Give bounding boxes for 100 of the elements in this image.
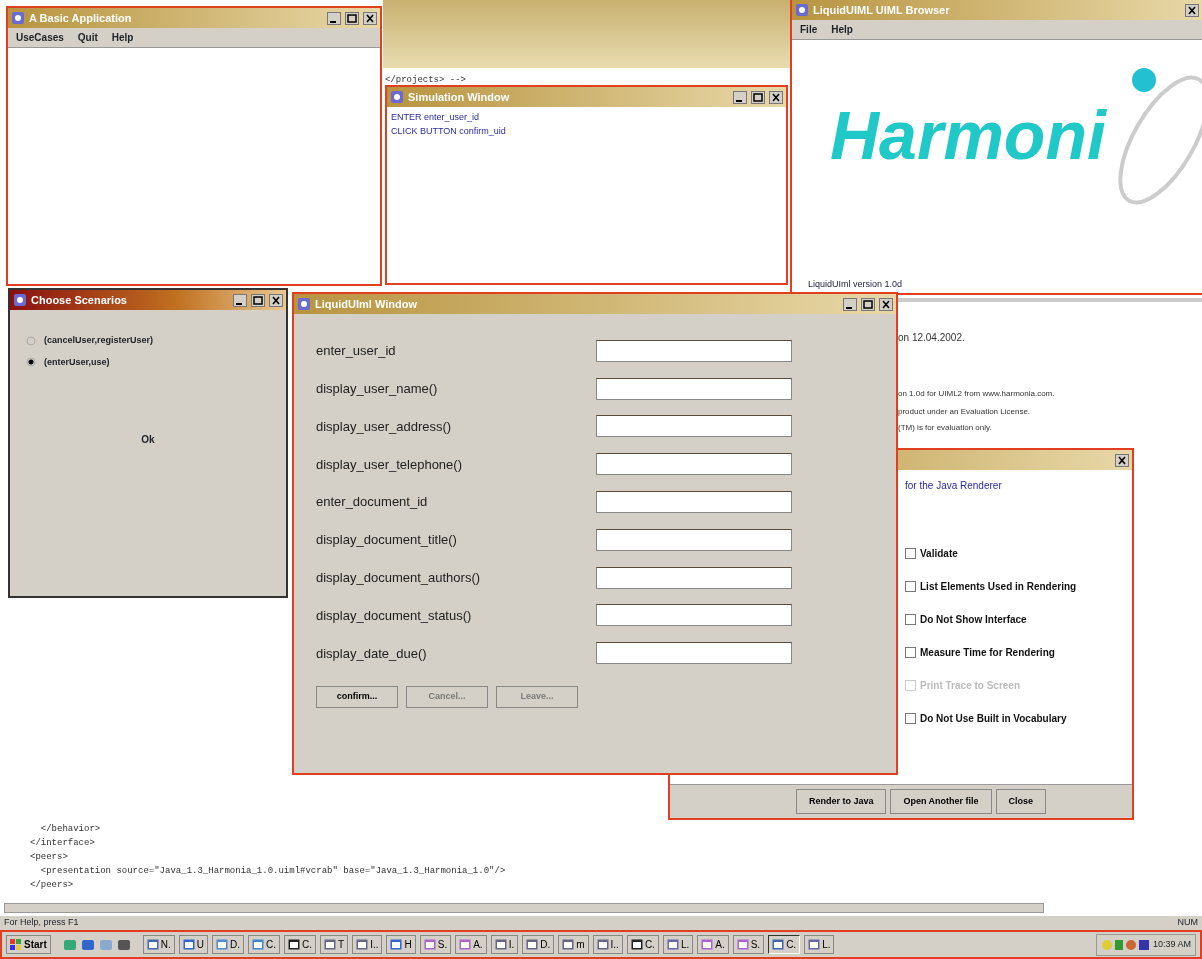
app-icon — [11, 11, 25, 25]
quick-launch-icon[interactable] — [80, 937, 95, 952]
taskbar-button[interactable]: N. — [142, 935, 175, 954]
input-field[interactable] — [596, 566, 792, 589]
input-field[interactable] — [596, 415, 792, 438]
checkbox[interactable] — [905, 647, 916, 658]
maximize-icon[interactable] — [251, 293, 265, 307]
dialog-button[interactable]: Open Another file — [890, 788, 992, 814]
checkbox-label: Do Not Use Built in Vocabulary — [920, 712, 1067, 726]
input-field[interactable] — [596, 453, 792, 476]
close-icon[interactable] — [363, 11, 377, 25]
taskbar-button[interactable]: L. — [662, 935, 694, 954]
ok-button[interactable]: Ok — [135, 432, 161, 447]
taskbar-button[interactable]: I.. — [592, 935, 623, 954]
taskbar-button[interactable]: I.. — [352, 935, 383, 954]
window-icon — [216, 939, 229, 950]
checkbox-label: List Elements Used in Rendering — [920, 580, 1077, 594]
minimize-icon[interactable] — [733, 90, 747, 104]
input-field[interactable] — [596, 604, 792, 627]
code-line: <peers> — [30, 851, 69, 864]
taskbar-button[interactable]: A. — [455, 935, 487, 954]
window-icon — [390, 939, 403, 950]
taskbar-button[interactable]: C. — [768, 935, 801, 954]
window-title: Choose Scenarios — [31, 292, 128, 308]
field-label: display_document_status() — [316, 606, 473, 625]
minimize-icon[interactable] — [843, 297, 857, 311]
taskbar-button[interactable]: C. — [284, 935, 317, 954]
menu-item[interactable]: UseCases — [16, 30, 64, 45]
code-line: </behavior> — [39, 823, 102, 836]
window-icon — [630, 939, 643, 950]
input-field[interactable] — [596, 377, 792, 400]
menu-item[interactable]: Quit — [77, 30, 98, 45]
taskbar-button[interactable]: C. — [626, 935, 659, 954]
checkbox-label: Validate — [920, 547, 958, 561]
close-icon[interactable] — [769, 90, 783, 104]
taskbar-button[interactable]: A. — [697, 935, 729, 954]
horizontal-scrollbar[interactable] — [4, 903, 1044, 913]
app-icon — [13, 293, 27, 307]
window-icon — [252, 939, 265, 950]
menu-item[interactable]: File — [800, 22, 818, 37]
taskbar-button[interactable]: H — [386, 935, 416, 954]
field-label: enter_user_id — [316, 342, 397, 361]
minimize-icon[interactable] — [327, 11, 341, 25]
radio-label: (cancelUser,registerUser) — [44, 334, 154, 347]
taskbar-button[interactable]: I. — [490, 935, 519, 954]
taskbar-button[interactable]: U — [178, 935, 209, 954]
input-field[interactable] — [596, 491, 792, 514]
code-line: </projects> --> — [385, 75, 466, 85]
maximize-icon[interactable] — [861, 297, 875, 311]
radio-button[interactable] — [26, 335, 36, 346]
info-text: product under an Evaluation License. — [898, 406, 1031, 418]
info-text: on 1.0d for UIML2 from www.harmonia.com. — [898, 388, 1055, 400]
taskbar-button[interactable]: D. — [522, 935, 555, 954]
code-line: <presentation source="Java_1.3_Harmonia_1.0.uiml#vcrab" base="Java_1.3_Harmonia_1.0"/> — [39, 865, 507, 878]
dialog-button[interactable]: Close — [995, 788, 1047, 814]
quick-launch-icon[interactable] — [116, 937, 131, 952]
window-icon — [736, 939, 749, 950]
checkbox[interactable] — [905, 581, 916, 592]
taskbar-button[interactable]: C. — [248, 935, 281, 954]
input-field[interactable] — [596, 642, 792, 665]
date-text: on 12.04.2002. — [898, 331, 965, 345]
checkbox-label: Do Not Show Interface — [920, 613, 1027, 627]
status-text: For Help, press F1 — [4, 916, 79, 929]
menu-item[interactable]: Help — [111, 30, 134, 45]
maximize-icon[interactable] — [751, 90, 765, 104]
taskbar-button[interactable]: S. — [419, 935, 452, 954]
window-icon — [772, 939, 785, 950]
close-icon[interactable] — [879, 297, 893, 311]
minimize-icon[interactable] — [233, 293, 247, 307]
checkbox[interactable] — [905, 614, 916, 625]
taskbar-button[interactable]: T — [320, 935, 349, 954]
taskbar-button[interactable]: D. — [212, 935, 245, 954]
radio-label: (enterUser,use) — [44, 355, 110, 369]
start-button[interactable]: Start — [6, 935, 51, 954]
radio-button[interactable] — [26, 357, 36, 368]
window-title: A Basic Application — [29, 10, 133, 26]
maximize-icon[interactable] — [345, 11, 359, 25]
taskbar-button[interactable]: m — [558, 935, 589, 954]
input-field[interactable] — [596, 528, 792, 551]
app-icon — [390, 90, 404, 104]
code-line: </interface> — [30, 837, 96, 850]
menu-item[interactable]: Help — [831, 22, 853, 37]
dialog-heading: for the Java Renderer — [905, 479, 1003, 493]
close-icon[interactable] — [1185, 3, 1199, 17]
version-link[interactable]: LiquidUIml version 1.0d — [808, 277, 903, 291]
window-icon — [666, 939, 679, 950]
taskbar-button[interactable]: S. — [732, 935, 765, 954]
window-title: LiquidUIML UIML Browser — [813, 2, 951, 18]
close-icon[interactable] — [269, 293, 283, 307]
taskbar-button[interactable]: L. — [804, 935, 835, 954]
form-button[interactable]: confirm... — [316, 686, 398, 708]
checkbox[interactable] — [905, 548, 916, 559]
close-icon[interactable] — [1115, 453, 1129, 467]
checkbox[interactable] — [905, 713, 916, 724]
window-icon — [146, 939, 159, 950]
tray-icons-drawing — [1100, 937, 1149, 952]
window-title: Simulation Window — [408, 89, 511, 105]
window-icon — [596, 939, 609, 950]
input-field[interactable] — [596, 339, 792, 362]
dialog-button[interactable]: Render to Java — [795, 788, 887, 814]
